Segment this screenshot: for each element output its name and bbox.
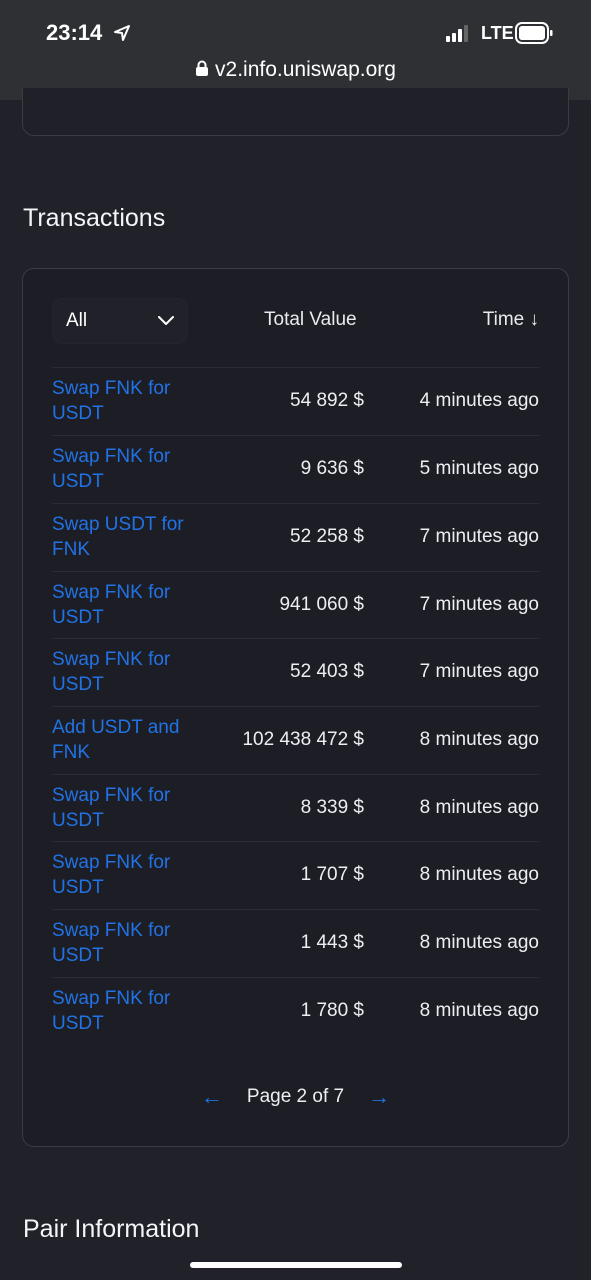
table-row: Add USDT and FNK 102 438 472 $ 8 minutes… bbox=[52, 706, 539, 774]
location-arrow-icon bbox=[114, 25, 130, 41]
transaction-link[interactable]: Swap FNK for USDT bbox=[52, 783, 192, 833]
transaction-link[interactable]: Add USDT and FNK bbox=[52, 715, 192, 765]
total-value: 1 443 $ bbox=[300, 932, 364, 953]
status-bar: 23:14 LTE v2.info.uniswap.org bbox=[0, 0, 591, 100]
table-row: Swap FNK for USDT 941 060 $ 7 minutes ag… bbox=[52, 571, 539, 639]
total-value: 1 707 $ bbox=[300, 864, 364, 885]
time-ago: 8 minutes ago bbox=[419, 729, 539, 750]
transaction-link[interactable]: Swap FNK for USDT bbox=[52, 850, 192, 900]
total-value: 54 892 $ bbox=[290, 390, 364, 411]
address-bar[interactable]: v2.info.uniswap.org bbox=[0, 58, 591, 82]
home-indicator[interactable] bbox=[190, 1262, 402, 1268]
table-row: Swap FNK for USDT 1 780 $ 8 minutes ago bbox=[52, 977, 539, 1045]
time-ago: 8 minutes ago bbox=[419, 932, 539, 953]
total-value: 941 060 $ bbox=[279, 594, 364, 615]
table-row: Swap FNK for USDT 54 892 $ 4 minutes ago bbox=[52, 367, 539, 435]
transaction-link[interactable]: Swap FNK for USDT bbox=[52, 580, 192, 630]
url-text: v2.info.uniswap.org bbox=[215, 58, 396, 81]
total-value-header[interactable]: Total Value bbox=[264, 309, 357, 331]
transactions-title: Transactions bbox=[23, 204, 166, 232]
time-ago: 8 minutes ago bbox=[419, 1000, 539, 1021]
network-type: LTE bbox=[481, 23, 514, 43]
total-value: 52 403 $ bbox=[290, 661, 364, 682]
pair-information-title: Pair Information bbox=[23, 1215, 200, 1243]
total-value: 1 780 $ bbox=[300, 1000, 364, 1021]
total-value: 8 339 $ bbox=[300, 797, 364, 818]
time-ago: 8 minutes ago bbox=[419, 797, 539, 818]
transaction-link[interactable]: Swap FNK for USDT bbox=[52, 918, 192, 968]
filter-value: All bbox=[66, 310, 88, 331]
time-ago: 4 minutes ago bbox=[419, 390, 539, 411]
table-row: Swap FNK for USDT 8 339 $ 8 minutes ago bbox=[52, 774, 539, 842]
table-row: Swap FNK for USDT 52 403 $ 7 minutes ago bbox=[52, 638, 539, 706]
table-row: Swap FNK for USDT 1 707 $ 8 minutes ago bbox=[52, 841, 539, 909]
lock-icon bbox=[196, 60, 209, 76]
transaction-link[interactable]: Swap FNK for USDT bbox=[52, 376, 192, 426]
time-ago: 7 minutes ago bbox=[419, 526, 539, 547]
chevron-down-icon bbox=[158, 316, 174, 325]
transaction-link[interactable]: Swap FNK for USDT bbox=[52, 444, 192, 494]
transaction-link[interactable]: Swap FNK for USDT bbox=[52, 647, 192, 697]
table-row: Swap USDT for FNK 52 258 $ 7 minutes ago bbox=[52, 503, 539, 571]
table-row: Swap FNK for USDT 1 443 $ 8 minutes ago bbox=[52, 909, 539, 977]
page-indicator: Page 2 of 7 bbox=[246, 1086, 345, 1107]
transaction-link[interactable]: Swap USDT for FNK bbox=[52, 512, 192, 562]
battery-icon bbox=[515, 22, 553, 44]
total-value: 9 636 $ bbox=[300, 458, 364, 479]
signal-icon bbox=[446, 25, 468, 42]
time-ago: 7 minutes ago bbox=[419, 661, 539, 682]
table-row: Swap FNK for USDT 9 636 $ 5 minutes ago bbox=[52, 435, 539, 503]
next-page-button[interactable]: → bbox=[368, 1084, 390, 1110]
previous-card bbox=[22, 88, 569, 136]
time-sort-header[interactable]: Time ↓ bbox=[483, 309, 539, 331]
pagination: ← Page 2 of 7 → bbox=[0, 1084, 591, 1110]
status-time: 23:14 bbox=[46, 20, 103, 45]
prev-page-button[interactable]: ← bbox=[201, 1084, 223, 1110]
total-value: 102 438 472 $ bbox=[242, 729, 364, 750]
total-value: 52 258 $ bbox=[290, 526, 364, 547]
time-ago: 8 minutes ago bbox=[419, 864, 539, 885]
transaction-filter-dropdown[interactable]: All bbox=[52, 298, 188, 344]
transaction-link[interactable]: Swap FNK for USDT bbox=[52, 986, 192, 1036]
time-ago: 7 minutes ago bbox=[419, 594, 539, 615]
time-ago: 5 minutes ago bbox=[419, 458, 539, 479]
